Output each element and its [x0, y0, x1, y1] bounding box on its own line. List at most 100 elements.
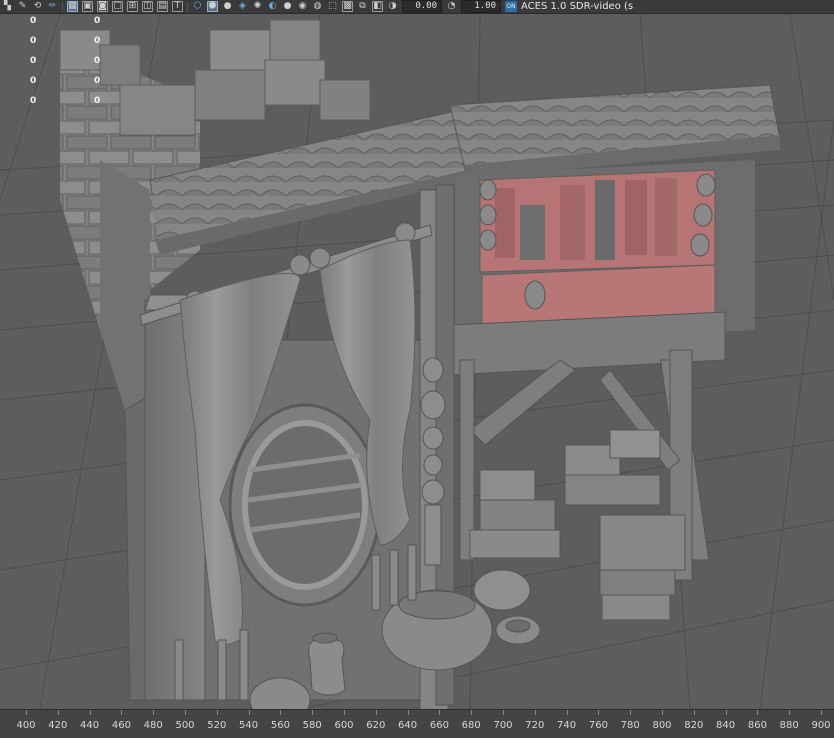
timeline-tick-label: 640 — [398, 720, 418, 731]
timeline-mark — [375, 710, 377, 715]
timeline-tick-label: 680 — [461, 720, 481, 731]
smooth-shade-icon[interactable]: ⬢ — [207, 1, 218, 12]
safe-title-icon[interactable]: ▤ — [157, 1, 168, 12]
timeline-tick-label: 760 — [588, 720, 608, 731]
timeline-mark — [789, 710, 791, 715]
scene-render — [0, 14, 834, 709]
timeline-mark — [534, 710, 536, 715]
xray-joints-icon[interactable]: ⧉ — [357, 1, 368, 12]
timeline-mark — [248, 710, 250, 715]
camera-attr-icon[interactable]: ✎ — [17, 1, 28, 12]
timeline-tick-label: 880 — [779, 720, 799, 731]
textured-icon[interactable]: ◈ — [237, 1, 248, 12]
hud-value: 0 — [30, 76, 37, 86]
viewport-toolbar: ▚ ✎ ⟲ ✏ ▦ ▣ ◙ ▢ ⊞ ◫ ▤ T ⬡ ⬢ ● ◈ ✺ ◐ ● ◉ … — [0, 0, 834, 14]
timeline-mark — [725, 710, 727, 715]
toolbar-separator — [62, 1, 63, 12]
timeline-mark — [693, 710, 695, 715]
timeline-tick-label: 780 — [620, 720, 640, 731]
hud-value: 0 — [94, 56, 101, 66]
timeline-tick-label: 520 — [207, 720, 227, 731]
timeline-mark — [57, 710, 59, 715]
timeline-mark — [471, 710, 473, 715]
ambient-occlusion-icon[interactable]: ● — [282, 1, 293, 12]
film-gate-icon[interactable]: ▣ — [82, 1, 93, 12]
timeline-tick-label: 900 — [811, 720, 831, 731]
timeline-mark — [503, 710, 504, 715]
hud-value: 0 — [30, 56, 37, 66]
timeline-mark — [89, 710, 91, 715]
timeline-mark — [407, 710, 409, 715]
timeline-mark — [280, 710, 282, 715]
timeline-tick-label: 460 — [111, 720, 131, 731]
snapshot-icon[interactable]: ⟲ — [32, 1, 43, 12]
timeline-mark — [26, 710, 27, 715]
timeline-mark — [312, 710, 314, 715]
timeline-tick-label: 560 — [270, 720, 290, 731]
timeline-tick-label: 700 — [493, 720, 513, 731]
motion-blur-icon[interactable]: ◉ — [297, 1, 308, 12]
timeline-mark — [757, 710, 759, 715]
timeline-mark — [630, 710, 632, 715]
timeline-tick-label: 580 — [302, 720, 322, 731]
timeline-mark — [121, 710, 123, 715]
hud-value: 0 — [30, 96, 37, 106]
color-space-label[interactable]: ACES 1.0 SDR-video (s — [521, 1, 633, 12]
hud-value: 0 — [30, 16, 37, 26]
timeline-mark — [185, 710, 186, 715]
isolate-icon[interactable]: ⬚ — [327, 1, 338, 12]
timeline-tick-label: 440 — [80, 720, 100, 731]
exposure-field[interactable]: 0.00 — [402, 0, 442, 13]
timeline-tick-label: 620 — [366, 720, 386, 731]
timeline-mark — [153, 710, 155, 715]
timeline-tick-label: 800 — [652, 720, 672, 731]
shadows-icon[interactable]: ◐ — [267, 1, 278, 12]
resolution-gate-icon[interactable]: ◙ — [97, 1, 108, 12]
timeline-tick-label: 600 — [334, 720, 354, 731]
exposure-icon[interactable]: ◑ — [387, 1, 398, 12]
upper-room — [449, 160, 755, 376]
safe-action-icon[interactable]: ◫ — [142, 1, 153, 12]
3d-viewport[interactable] — [0, 14, 834, 709]
timeline-tick-label: 720 — [525, 720, 545, 731]
timeline-tick-label: 420 — [48, 720, 68, 731]
timeline-mark — [344, 710, 345, 715]
grid-icon[interactable]: ▦ — [67, 1, 78, 12]
xray-icon[interactable]: ▩ — [342, 1, 353, 12]
timeline-tick-label: 840 — [716, 720, 736, 731]
gate-mask-icon[interactable]: ▢ — [112, 1, 123, 12]
anti-alias-icon[interactable]: ◍ — [312, 1, 323, 12]
hud-value: 0 — [30, 36, 37, 46]
backface-icon[interactable]: ◧ — [372, 1, 383, 12]
timeline-tick-label: 820 — [684, 720, 704, 731]
round-window — [228, 403, 382, 607]
hud-value: 0 — [94, 96, 101, 106]
field-chart-icon[interactable]: ⊞ — [127, 1, 138, 12]
timeline-mark — [598, 710, 600, 715]
timeline-tick-label: 540 — [239, 720, 259, 731]
gamma-field[interactable]: 1.00 — [461, 0, 501, 13]
color-management-badge[interactable]: ON — [505, 1, 517, 12]
hud-value: 0 — [94, 16, 101, 26]
timeline-mark — [439, 710, 441, 715]
toolbar-separator — [187, 1, 188, 12]
timeline-mark — [566, 710, 568, 715]
timeline-tick-label: 400 — [16, 720, 36, 731]
lights-icon[interactable]: ✺ — [252, 1, 263, 12]
wireframe-icon[interactable]: ⬡ — [192, 1, 203, 12]
timeline-tick-label: 500 — [175, 720, 195, 731]
timeline-tick-label: 660 — [429, 720, 449, 731]
gamma-icon[interactable]: ◔ — [446, 1, 457, 12]
timeline-tick-label: 860 — [747, 720, 767, 731]
bookmark-icon[interactable]: ▚ — [2, 1, 13, 12]
timeline-tick-label: 740 — [557, 720, 577, 731]
timeline-mark — [662, 710, 663, 715]
timeline-mark — [216, 710, 218, 715]
hud-value: 0 — [94, 76, 101, 86]
hud-value: 0 — [94, 36, 101, 46]
pen-icon[interactable]: ✏ — [47, 1, 58, 12]
timeline-tick-label: 480 — [143, 720, 163, 731]
text-icon[interactable]: T — [172, 1, 183, 12]
default-material-icon[interactable]: ● — [222, 1, 233, 12]
timeline-ruler[interactable]: 400 420 440 460 480 500 520 540 560 580 600 620 640 6… — [0, 709, 834, 738]
